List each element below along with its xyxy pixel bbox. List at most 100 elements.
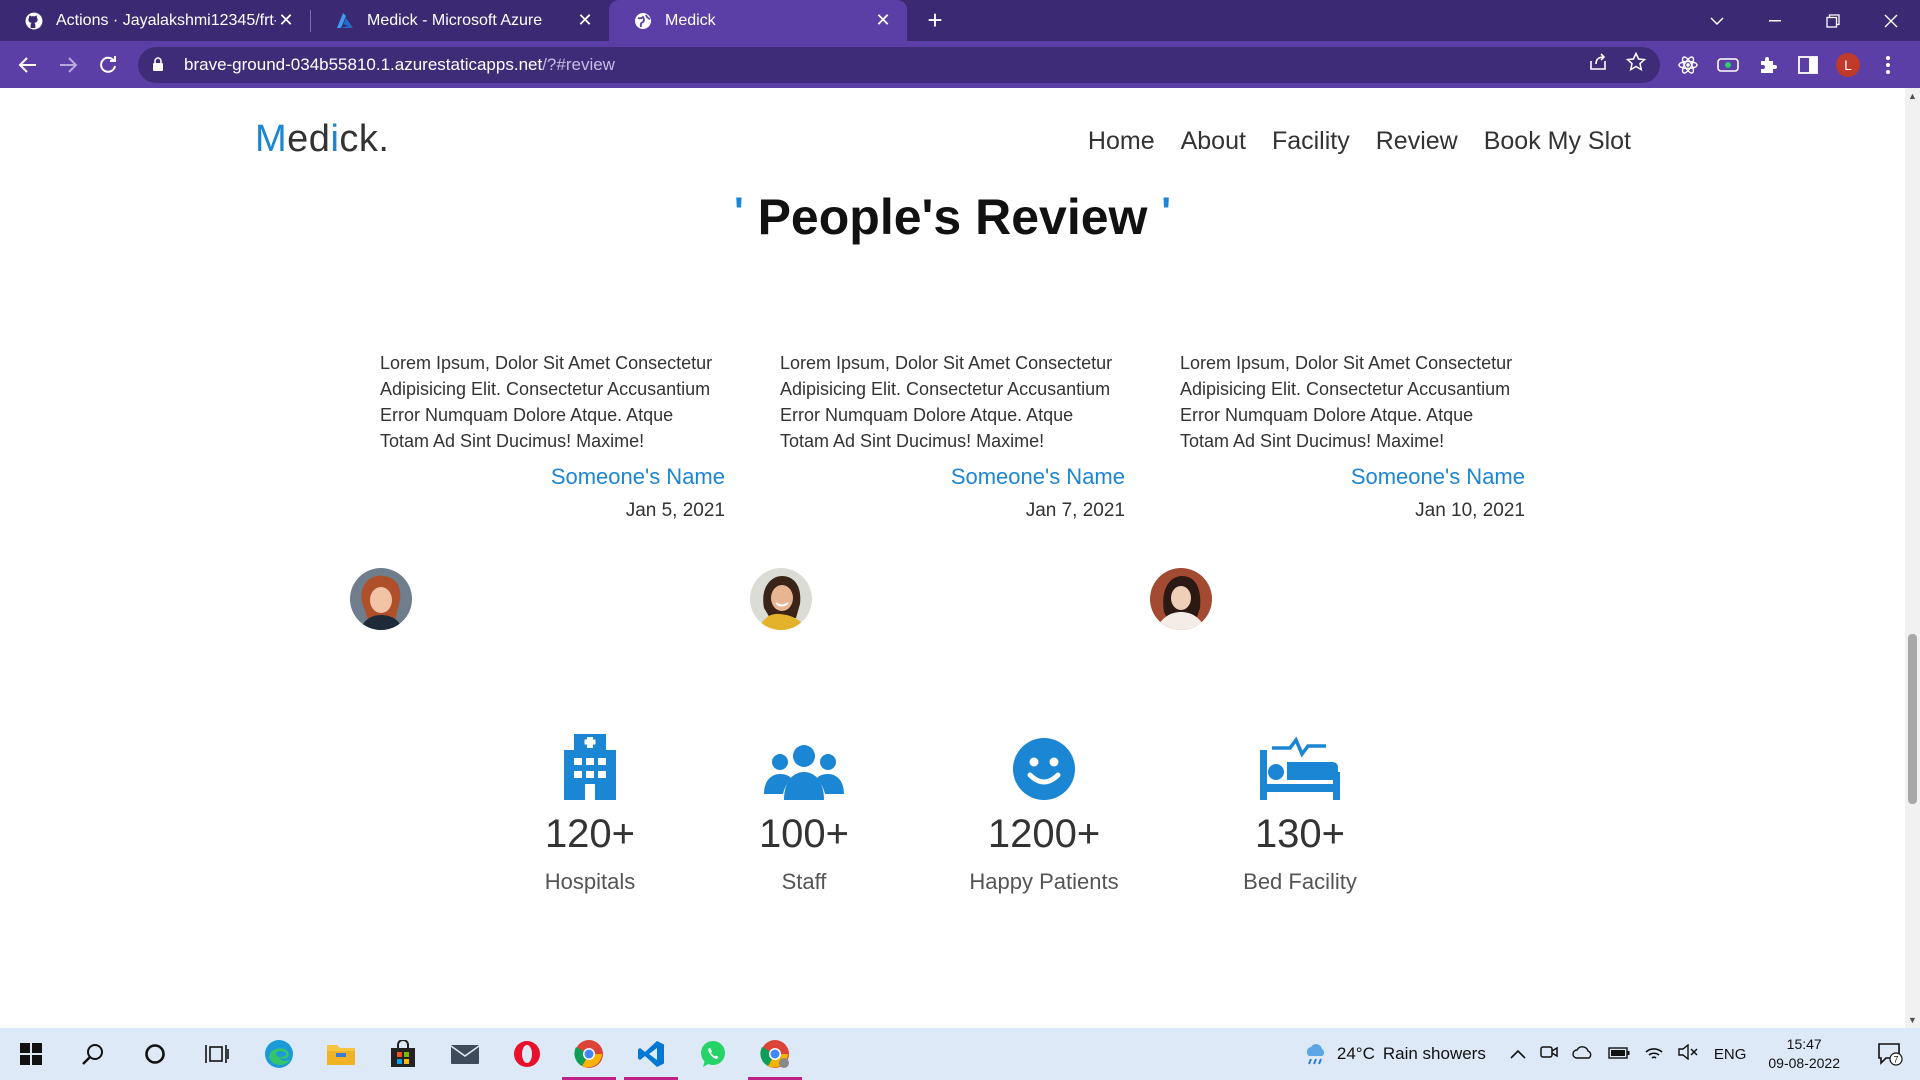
close-window-button[interactable] xyxy=(1862,0,1920,41)
vscode-icon[interactable] xyxy=(620,1028,682,1080)
scroll-up-icon[interactable]: ▲ xyxy=(1905,88,1920,104)
minimize-button[interactable] xyxy=(1746,0,1804,41)
tab-search-icon[interactable] xyxy=(1688,0,1746,41)
nav-home[interactable]: Home xyxy=(1088,127,1155,156)
github-icon xyxy=(24,11,44,31)
weather-widget[interactable]: 24°C Rain showers xyxy=(1303,1042,1486,1066)
clock[interactable]: 15:47 09-08-2022 xyxy=(1768,1035,1840,1073)
notification-center-icon[interactable]: 7 xyxy=(1870,1042,1910,1066)
weather-temp: 24°C xyxy=(1336,1044,1375,1063)
bookmark-star-icon[interactable] xyxy=(1625,51,1647,77)
search-icon[interactable] xyxy=(62,1028,124,1080)
back-button[interactable] xyxy=(8,45,48,85)
profile-avatar[interactable]: L xyxy=(1836,52,1860,77)
smile-icon xyxy=(934,720,1154,800)
whatsapp-icon[interactable] xyxy=(682,1028,744,1080)
chrome-icon[interactable] xyxy=(558,1028,620,1080)
extension-battery-icon[interactable] xyxy=(1716,53,1740,77)
nav-review[interactable]: Review xyxy=(1376,127,1458,156)
close-tab-icon[interactable]: ✕ xyxy=(873,10,893,31)
show-hidden-icons-chevron-up-icon[interactable] xyxy=(1510,1044,1526,1064)
share-icon[interactable] xyxy=(1588,52,1608,77)
clock-date: 09-08-2022 xyxy=(1768,1055,1840,1071)
notification-count: 7 xyxy=(1893,1055,1898,1065)
site-logo[interactable]: Medick. xyxy=(255,118,389,161)
onedrive-icon[interactable] xyxy=(1572,1044,1594,1065)
stat-value: 1200+ xyxy=(987,812,1101,856)
reviewer-name: Someone's Name xyxy=(950,464,1125,489)
bed-icon xyxy=(1190,720,1410,800)
language-indicator[interactable]: ENG xyxy=(1714,1046,1747,1063)
stat-value: 100+ xyxy=(758,812,850,856)
review-section-title: ' People's Review ' xyxy=(0,188,1905,246)
review-date: Jan 7, 2021 xyxy=(1025,500,1125,521)
tab-title: Medick - Microsoft Azure xyxy=(367,11,543,29)
close-tab-icon[interactable]: ✕ xyxy=(276,10,296,31)
review-date: Jan 10, 2021 xyxy=(1415,500,1525,521)
reviewer-avatar xyxy=(1150,568,1212,630)
browser-toolbar: brave-ground-034b55810.1.azurestaticapps… xyxy=(0,41,1920,88)
opera-icon[interactable] xyxy=(496,1028,558,1080)
lock-icon[interactable] xyxy=(152,57,174,72)
clock-time: 15:47 xyxy=(1786,1036,1822,1052)
review-text: Lorem Ipsum, Dolor Sit Amet Consectetur … xyxy=(380,353,713,451)
side-panel-icon[interactable] xyxy=(1796,53,1820,77)
address-bar[interactable]: brave-ground-034b55810.1.azurestaticapps… xyxy=(138,46,1660,83)
tab-github-actions[interactable]: Actions · Jayalakshmi12345/frt-p ✕ xyxy=(0,0,310,41)
cortana-icon[interactable] xyxy=(124,1028,186,1080)
wifi-icon[interactable] xyxy=(1644,1044,1664,1065)
mail-icon[interactable] xyxy=(434,1028,496,1080)
battery-icon[interactable] xyxy=(1608,1044,1630,1064)
kebab-menu-icon[interactable] xyxy=(1876,53,1900,77)
scrollbar-thumb[interactable] xyxy=(1908,634,1917,804)
stat-bed-facility: 130+ Bed Facility xyxy=(1190,720,1410,895)
start-windows-icon[interactable] xyxy=(0,1028,62,1080)
new-tab-button[interactable]: + xyxy=(915,0,955,41)
logo-letters-ed: ed xyxy=(287,118,331,160)
page-viewport: Medick. Home About Facility Review Book … xyxy=(0,88,1905,1028)
review-title-text: People's Review xyxy=(757,189,1148,245)
window-controls xyxy=(1688,0,1920,41)
extensions-area: L xyxy=(1676,52,1900,77)
stat-label: Bed Facility xyxy=(1243,869,1357,894)
file-explorer-icon[interactable] xyxy=(310,1028,372,1080)
extensions-puzzle-icon[interactable] xyxy=(1756,53,1780,77)
tab-azure[interactable]: Medick - Microsoft Azure ✕ xyxy=(311,0,609,41)
microsoft-store-icon[interactable] xyxy=(372,1028,434,1080)
review-date: Jan 5, 2021 xyxy=(625,500,725,521)
browser-tab-bar: Actions · Jayalakshmi12345/frt-p ✕ Medic… xyxy=(0,0,1920,41)
reload-button[interactable] xyxy=(88,45,128,85)
edge-icon[interactable] xyxy=(248,1028,310,1080)
quote-mark-close: ' xyxy=(1161,190,1171,234)
task-view-icon[interactable] xyxy=(186,1028,248,1080)
meet-now-icon[interactable] xyxy=(1540,1044,1558,1065)
quote-mark-open: ' xyxy=(734,190,744,234)
review-text: Lorem Ipsum, Dolor Sit Amet Consectetur … xyxy=(1180,353,1513,451)
globe-icon xyxy=(633,11,653,31)
users-icon xyxy=(694,720,914,800)
restore-button[interactable] xyxy=(1804,0,1862,41)
review-text: Lorem Ipsum, Dolor Sit Amet Consectetur … xyxy=(780,353,1113,451)
review-card: Lorem Ipsum, Dolor Sit Amet Consectetur … xyxy=(350,350,725,630)
nav-book-my-slot[interactable]: Book My Slot xyxy=(1484,127,1631,156)
tab-medick-active[interactable]: Medick ✕ xyxy=(609,0,907,41)
reviewer-avatar xyxy=(350,568,412,630)
reviewer-name: Someone's Name xyxy=(550,464,725,489)
scroll-down-icon[interactable]: ▼ xyxy=(1905,1012,1920,1028)
logo-letter-m: M xyxy=(255,118,288,160)
stat-label: Happy Patients xyxy=(969,869,1119,894)
nav-about[interactable]: About xyxy=(1181,127,1246,156)
logo-letters-ck: ck. xyxy=(339,118,390,160)
page-scrollbar[interactable]: ▲ ▼ xyxy=(1905,88,1920,1028)
nav-facility[interactable]: Facility xyxy=(1272,127,1350,156)
reviewer-avatar xyxy=(750,568,812,630)
stat-value: 130+ xyxy=(1254,812,1346,856)
chrome-profile-icon[interactable] xyxy=(744,1028,806,1080)
reviewer-name: Someone's Name xyxy=(1350,464,1525,489)
volume-muted-icon[interactable] xyxy=(1678,1043,1698,1065)
forward-button[interactable] xyxy=(48,45,88,85)
react-devtools-icon[interactable] xyxy=(1676,53,1700,77)
url-host: brave-ground-034b55810.1.azurestaticapps… xyxy=(184,54,543,74)
stat-label: Hospitals xyxy=(544,869,636,894)
close-tab-icon[interactable]: ✕ xyxy=(575,10,595,31)
